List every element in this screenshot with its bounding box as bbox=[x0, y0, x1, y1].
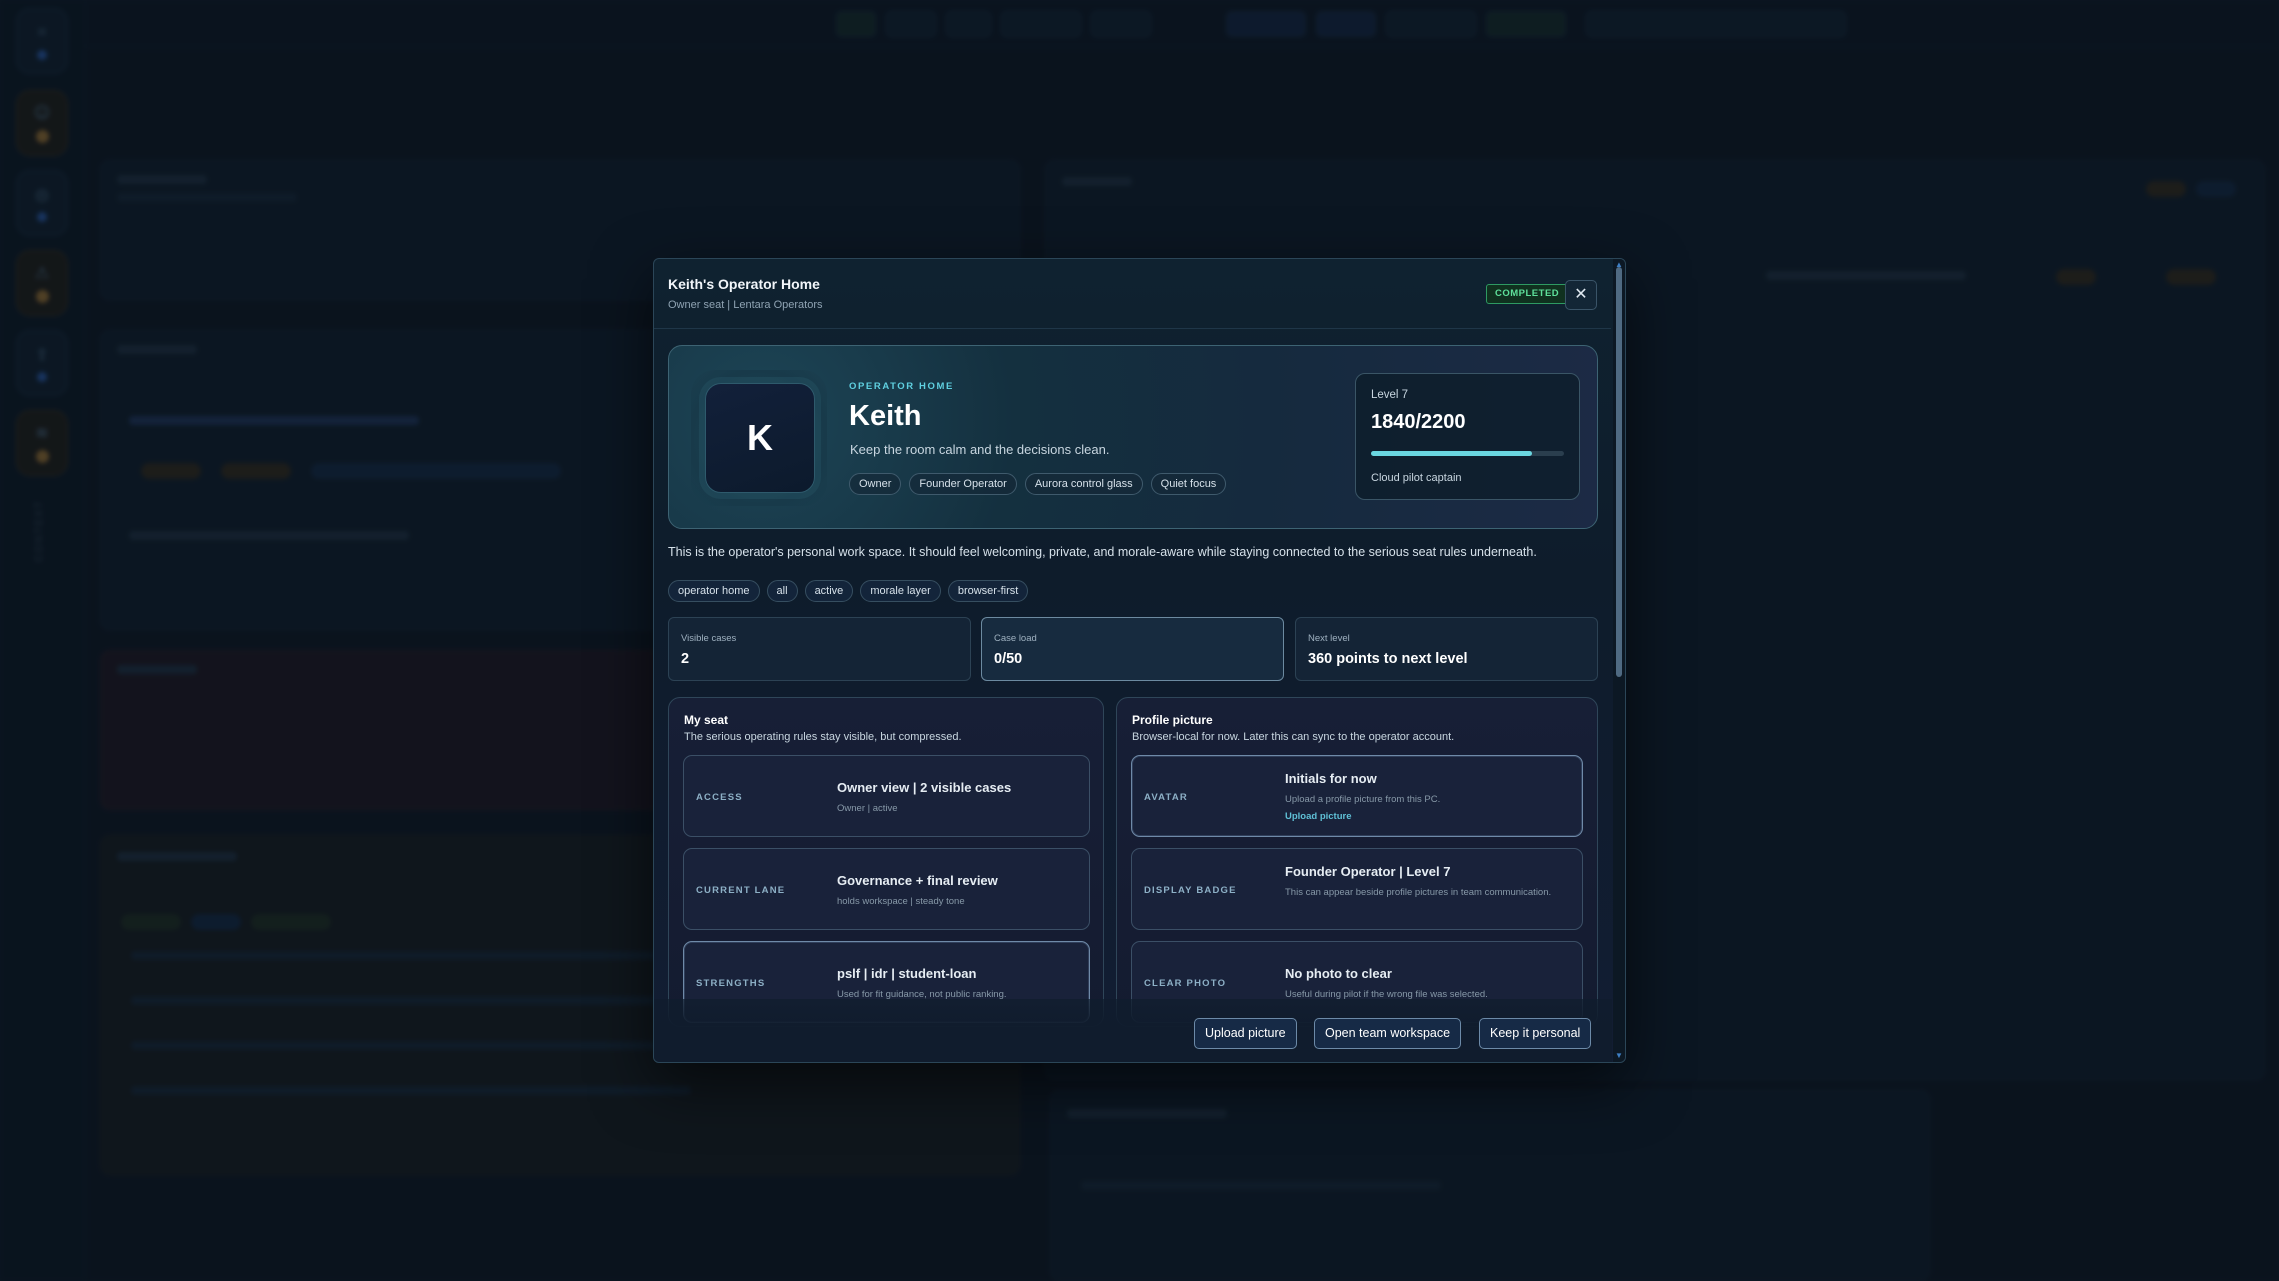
hero-tag: Founder Operator bbox=[909, 473, 1017, 495]
stat-case-load[interactable]: Case load 0/50 bbox=[981, 617, 1284, 681]
row-desc: Owner | active bbox=[837, 803, 898, 814]
level-card: Level 7 1840/2200 Cloud pilot captain bbox=[1355, 373, 1580, 500]
row-title: pslf | idr | student-loan bbox=[837, 966, 977, 981]
level-progress-fill bbox=[1371, 451, 1533, 456]
panel-title: Profile picture bbox=[1132, 713, 1213, 727]
avatar: K bbox=[705, 383, 815, 493]
hero-eyebrow: OPERATOR HOME bbox=[849, 381, 954, 392]
stat-row: Visible cases 2 Case load 0/50 Next leve… bbox=[668, 617, 1598, 681]
row-key: AVATAR bbox=[1144, 792, 1188, 803]
close-button[interactable]: ✕ bbox=[1565, 280, 1597, 310]
row-title: Initials for now bbox=[1285, 771, 1377, 786]
profile-picture-panel: Profile picture Browser-local for now. L… bbox=[1116, 697, 1598, 1027]
open-team-workspace-button[interactable]: Open team workspace bbox=[1314, 1018, 1462, 1049]
upload-picture-button[interactable]: Upload picture bbox=[1194, 1018, 1297, 1049]
row-desc: holds workspace | steady tone bbox=[837, 896, 965, 907]
hero-tag: Owner bbox=[849, 473, 902, 495]
hero-tag-list: Owner Founder Operator Aurora control gl… bbox=[849, 473, 1227, 495]
scroll-down-arrow-icon[interactable]: ▼ bbox=[1615, 1051, 1623, 1060]
operator-hero-card: K OPERATOR HOME Keith Keep the room calm… bbox=[668, 345, 1598, 529]
operator-home-modal: Keith's Operator Home Owner seat | Lenta… bbox=[653, 258, 1626, 1063]
seat-row-access[interactable]: ACCESS Owner view | 2 visible cases Owne… bbox=[683, 755, 1090, 837]
filter-chip-morale-layer[interactable]: morale layer bbox=[860, 580, 941, 602]
row-key: ACCESS bbox=[696, 792, 743, 803]
filter-chip-browser-first[interactable]: browser-first bbox=[947, 580, 1029, 602]
filter-chip-operator-home[interactable]: operator home bbox=[668, 580, 760, 602]
row-key: DISPLAY BADGE bbox=[1144, 885, 1237, 896]
stat-visible-cases[interactable]: Visible cases 2 bbox=[668, 617, 971, 681]
panel-subtitle: The serious operating rules stay visible… bbox=[684, 731, 962, 743]
profile-row-display-badge[interactable]: DISPLAY BADGE Founder Operator | Level 7… bbox=[1131, 848, 1583, 930]
modal-scrollbar[interactable]: ▲ ▼ bbox=[1613, 259, 1625, 1062]
row-title: Founder Operator | Level 7 bbox=[1285, 864, 1451, 879]
keep-it-personal-button[interactable]: Keep it personal bbox=[1479, 1018, 1592, 1049]
level-progress-track bbox=[1371, 451, 1564, 456]
hero-tag: Aurora control glass bbox=[1024, 473, 1143, 495]
profile-row-avatar[interactable]: AVATAR Initials for now Upload a profile… bbox=[1131, 755, 1583, 837]
filter-chip-active[interactable]: active bbox=[804, 580, 854, 602]
operator-name: Keith bbox=[849, 400, 922, 432]
modal-footer bbox=[654, 999, 1612, 1062]
row-key: CLEAR PHOTO bbox=[1144, 978, 1227, 989]
seat-row-current-lane[interactable]: CURRENT LANE Governance + final review h… bbox=[683, 848, 1090, 930]
stat-label: Next level bbox=[1308, 633, 1350, 644]
row-key: STRENGTHS bbox=[696, 978, 766, 989]
stat-next-level[interactable]: Next level 360 points to next level bbox=[1295, 617, 1598, 681]
stat-label: Case load bbox=[994, 633, 1037, 644]
modal-title: Keith's Operator Home bbox=[668, 276, 820, 292]
row-title: Governance + final review bbox=[837, 873, 998, 888]
stat-value: 0/50 bbox=[994, 651, 1023, 667]
row-title: Owner view | 2 visible cases bbox=[837, 780, 1012, 795]
panel-title: My seat bbox=[684, 713, 729, 727]
row-key: CURRENT LANE bbox=[696, 885, 786, 896]
level-points: 1840/2200 bbox=[1371, 411, 1466, 433]
stat-label: Visible cases bbox=[681, 633, 737, 644]
modal-subtitle: Owner seat | Lentara Operators bbox=[668, 299, 823, 311]
upload-picture-link[interactable]: Upload picture bbox=[1285, 811, 1352, 822]
row-title: No photo to clear bbox=[1285, 966, 1392, 981]
operator-tagline: Keep the room calm and the decisions cle… bbox=[850, 442, 1110, 457]
hero-tag: Quiet focus bbox=[1150, 473, 1227, 495]
status-badge: COMPLETED bbox=[1486, 284, 1569, 304]
panel-subtitle: Browser-local for now. Later this can sy… bbox=[1132, 731, 1455, 743]
level-label: Level 7 bbox=[1371, 389, 1409, 401]
filter-chip-all[interactable]: all bbox=[766, 580, 798, 602]
my-seat-panel: My seat The serious operating rules stay… bbox=[668, 697, 1104, 1027]
modal-header: Keith's Operator Home Owner seat | Lenta… bbox=[654, 259, 1611, 329]
filter-chip-list: operator home all active morale layer br… bbox=[668, 580, 1029, 602]
intro-text: This is the operator's personal work spa… bbox=[668, 545, 1537, 559]
stat-value: 2 bbox=[681, 651, 690, 667]
close-icon: ✕ bbox=[1574, 286, 1588, 303]
level-caption: Cloud pilot captain bbox=[1371, 472, 1462, 484]
scroll-thumb[interactable] bbox=[1616, 267, 1622, 677]
row-desc: This can appear beside profile pictures … bbox=[1285, 887, 1552, 898]
stat-value: 360 points to next level bbox=[1308, 651, 1468, 667]
row-desc: Upload a profile picture from this PC. bbox=[1285, 794, 1441, 805]
